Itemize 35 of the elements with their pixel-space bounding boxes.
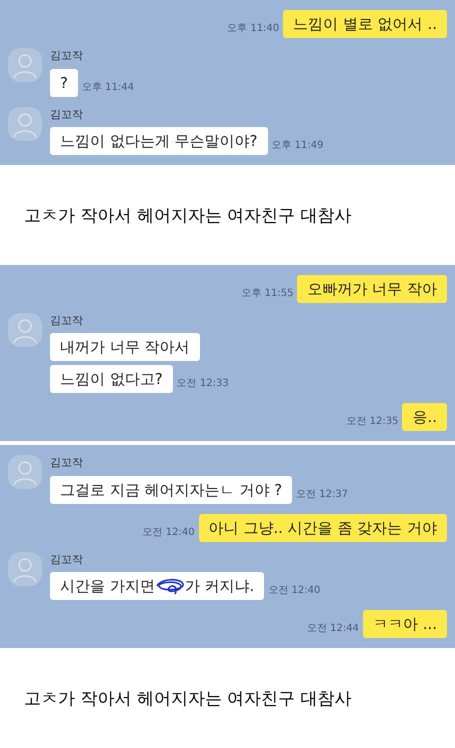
message-text: 시간을 가지면 [60, 576, 155, 596]
message-time: 오전 12:40 [142, 526, 195, 540]
message-bubble: 내꺼가 너무 작아서 [50, 333, 200, 362]
message-time: 오전 12:35 [346, 415, 398, 430]
sender-name: 김꼬작 [50, 48, 84, 64]
avatar-icon [8, 312, 42, 347]
message-text: 가 커지냐. [184, 576, 254, 596]
message-bubble: 그걸로 지금 헤어지자는ㄴ 거야 ? [50, 476, 292, 504]
avatar-icon [8, 455, 42, 490]
avatar-icon [8, 552, 42, 586]
message-bubble: 느낌이 없다는게 무슨말이야? [50, 127, 268, 155]
message-time: 오전 12:37 [296, 488, 348, 502]
message-bubble: 느낌이 없다고? [50, 365, 173, 394]
scribble-icon [154, 576, 185, 596]
message-bubble: 느낌이 별로 없어서 .. [283, 10, 447, 38]
message-time: 오후 11:49 [272, 139, 324, 153]
message-time: 오전 12:33 [176, 377, 229, 392]
caption: 고ㅊ가 작아서 헤어지자는 여자친구 대참사 [24, 205, 352, 228]
message-bubble: 응.. [402, 403, 447, 432]
sender-name: 김꼬작 [50, 312, 84, 329]
message-time: 오전 12:44 [306, 622, 359, 636]
sender-name: 김꼬작 [50, 552, 84, 568]
message-bubble: 아니 그냥.. 시간을 좀 갖자는 거야 [198, 514, 447, 542]
sender-name: 김꼬작 [50, 455, 84, 472]
message-bubble: ? [50, 68, 78, 96]
message-time: 오후 11:44 [82, 80, 134, 94]
avatar-icon [8, 48, 42, 82]
message-bubble: 오빠꺼가 너무 작아 [297, 274, 447, 303]
message-bubble: ㅋㅋ아 ... [362, 610, 447, 638]
caption: 고ㅊ가 작아서 헤어지자는 여자친구 대참사 [24, 688, 352, 712]
message-time: 오후 11:40 [227, 22, 280, 36]
avatar-icon [8, 106, 42, 140]
message-time: 오전 12:40 [268, 584, 320, 598]
message-time: 오후 11:55 [241, 286, 294, 301]
sender-name: 김꼬작 [50, 106, 84, 122]
